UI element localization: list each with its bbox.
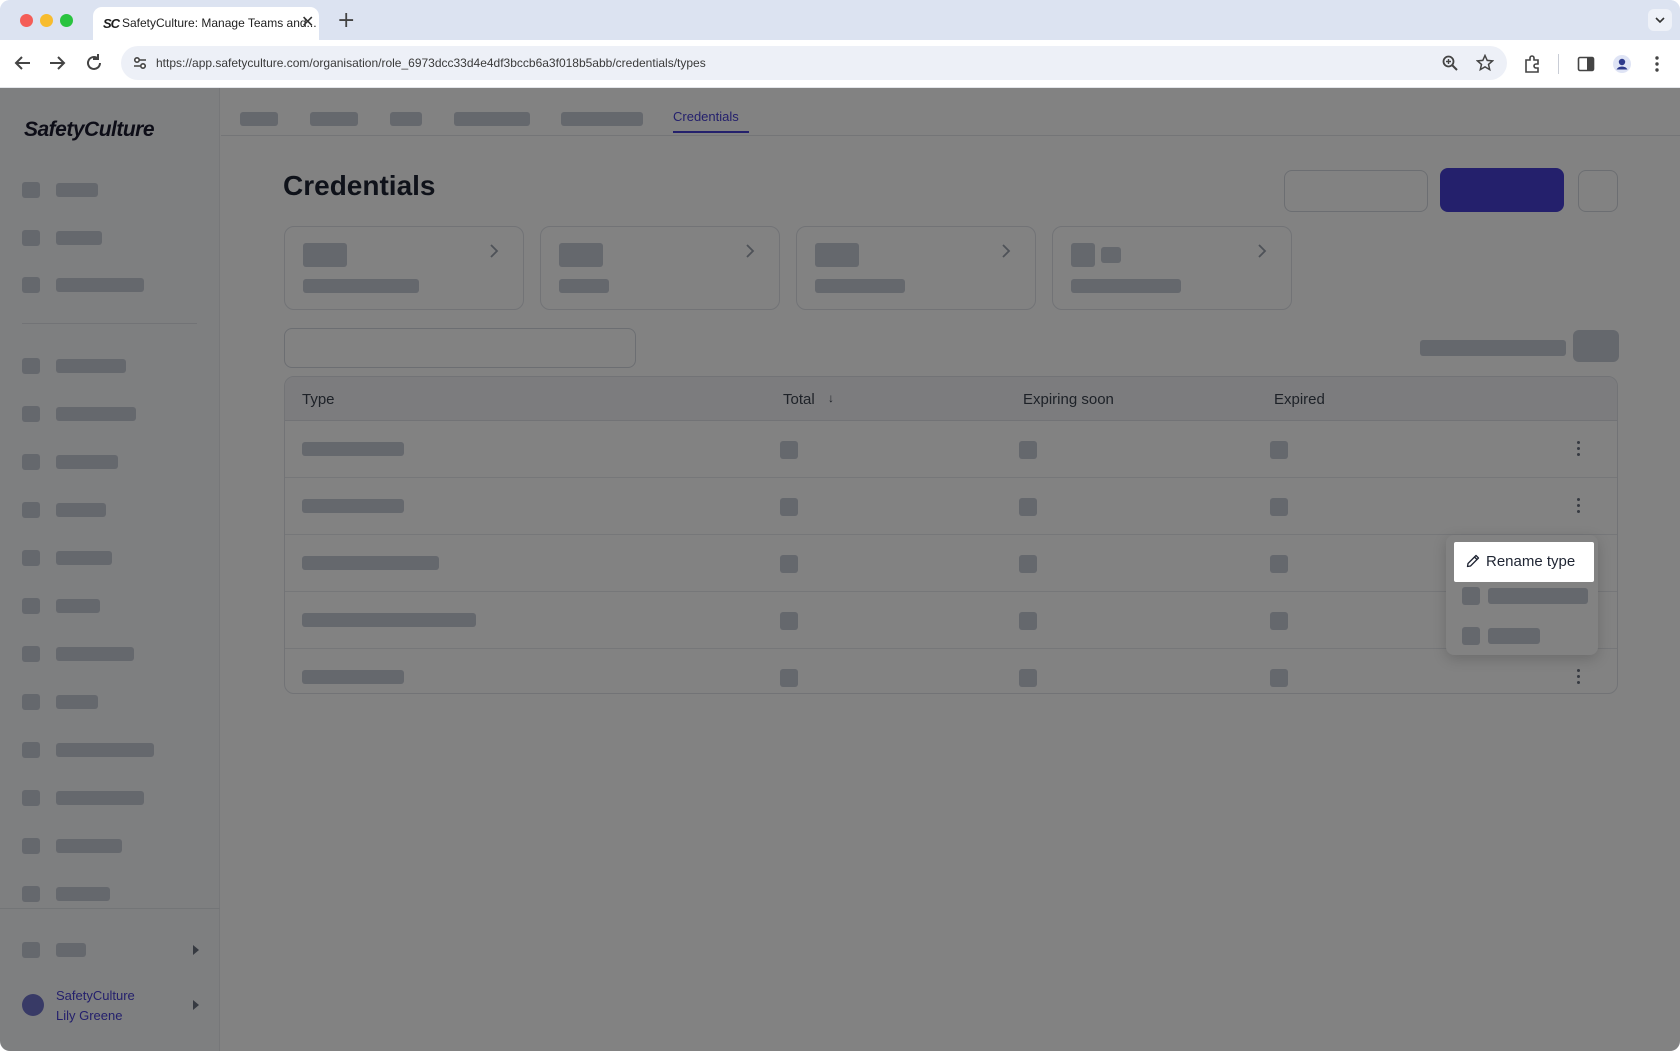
zoom-icon[interactable] <box>1441 54 1459 72</box>
page-content: SafetyCulture SafetyCulture Lily Greene <box>0 88 1680 1051</box>
extensions-puzzle-icon[interactable] <box>1522 54 1542 74</box>
tab-search-button[interactable] <box>1648 9 1672 31</box>
address-bar[interactable]: https://app.safetyculture.com/organisati… <box>121 46 1507 80</box>
forward-arrow-icon[interactable] <box>46 52 68 74</box>
safetyculture-favicon-icon: SC <box>103 16 120 31</box>
back-arrow-icon[interactable] <box>12 52 34 74</box>
rename-type-menu-item[interactable]: Rename type <box>1454 542 1594 582</box>
close-window-button[interactable] <box>20 14 33 27</box>
profile-avatar-icon[interactable] <box>1612 54 1632 74</box>
side-panel-icon[interactable] <box>1576 54 1596 74</box>
site-settings-icon[interactable] <box>131 54 149 72</box>
browser-tab[interactable]: SC SafetyCulture: Manage Teams and... ✕ <box>93 7 319 40</box>
focus-overlay <box>0 88 1680 1051</box>
reload-icon[interactable] <box>83 52 105 74</box>
chevron-down-icon <box>1655 17 1665 24</box>
new-tab-button[interactable]: + <box>337 8 355 33</box>
bookmark-star-icon[interactable] <box>1476 54 1494 72</box>
browser-menu-icon[interactable] <box>1647 54 1667 74</box>
rename-type-label: Rename type <box>1486 553 1576 570</box>
minimize-window-button[interactable] <box>40 14 53 27</box>
tab-title: SafetyCulture: Manage Teams and... <box>122 16 317 30</box>
url-text[interactable]: https://app.safetyculture.com/organisati… <box>156 56 706 70</box>
tab-bar: SC SafetyCulture: Manage Teams and... ✕ … <box>0 0 1680 40</box>
maximize-window-button[interactable] <box>60 14 73 27</box>
tab-close-icon[interactable]: ✕ <box>301 12 314 32</box>
browser-toolbar: https://app.safetyculture.com/organisati… <box>0 40 1680 88</box>
browser-window: SC SafetyCulture: Manage Teams and... ✕ … <box>0 0 1680 1051</box>
toolbar-divider <box>1558 54 1559 74</box>
pencil-icon <box>1466 554 1480 568</box>
